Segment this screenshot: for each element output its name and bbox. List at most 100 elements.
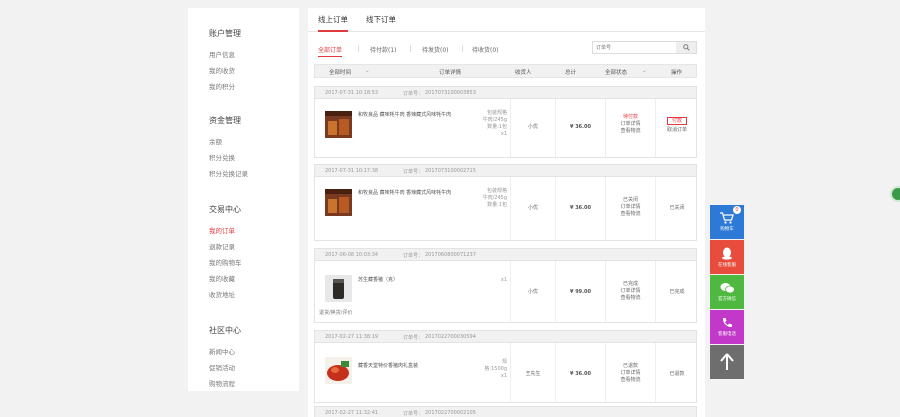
- table-row: 2017-07-31 10:18:53 订单号： 201707310000385…: [314, 86, 697, 158]
- order-detail-link[interactable]: 订单详情: [606, 121, 655, 128]
- th-action: 操作: [671, 70, 683, 76]
- order-no: 2017022700002105: [425, 410, 476, 416]
- order-total: ¥ 99.00: [569, 289, 592, 295]
- sidebar-item-exchange-records[interactable]: 积分兑换记录: [209, 166, 299, 182]
- wechat-button[interactable]: 官方微信: [710, 275, 744, 309]
- side-group-funds: 资金管理 余额 积分兑换 积分兑换记录: [209, 115, 299, 182]
- order-no: 2017060800071237: [425, 252, 476, 258]
- order-total: ¥ 36.00: [569, 205, 592, 211]
- product-image[interactable]: [325, 275, 352, 302]
- sidebar-item-shopping-guide[interactable]: 购物流程: [209, 376, 299, 392]
- order-tabs: 线上订单 线下订单: [308, 8, 705, 32]
- sidebar-item-favorites[interactable]: 我的收藏: [209, 271, 299, 287]
- sidebar-item-balance[interactable]: 余额: [209, 134, 299, 150]
- th-detail: 订单详情: [439, 70, 462, 76]
- review-links[interactable]: 退货/换货/评价: [319, 310, 419, 317]
- pay-button[interactable]: 付款: [666, 117, 687, 125]
- floating-widget-icon[interactable]: [890, 186, 900, 202]
- order-head: 2017-07-31 10:17:38 订单号： 201707310000271…: [315, 165, 696, 177]
- order-no: 2017022700030594: [425, 334, 476, 340]
- product-name[interactable]: 和牧良品 藏味牦牛肉 香辣藏式风味牦牛肉: [358, 112, 458, 119]
- filter-pending-receipt[interactable]: 待收货(0): [472, 45, 499, 54]
- order-actions: 已关闭: [656, 205, 698, 212]
- order-status: 待付款 订单详情 查看物流: [606, 114, 655, 135]
- order-total: ¥ 36.00: [569, 124, 592, 130]
- cart-button[interactable]: 购物车 0: [710, 205, 744, 239]
- cart-label: 购物车: [720, 227, 734, 232]
- product-image[interactable]: [325, 111, 352, 138]
- sidebar-item-user-info[interactable]: 用户信息: [209, 47, 299, 63]
- side-group-community: 社区中心 新闻中心 促销活动 购物流程: [209, 325, 299, 392]
- phone-button[interactable]: 客服电话: [710, 310, 744, 344]
- sidebar-item-promotions[interactable]: 促销活动: [209, 360, 299, 376]
- sidebar-item-cart[interactable]: 我的购物车: [209, 255, 299, 271]
- sidebar-item-news[interactable]: 新闻中心: [209, 344, 299, 360]
- sidebar-item-orders[interactable]: 我的订单: [209, 223, 299, 239]
- filter-pending-payment[interactable]: 待付款(1): [370, 45, 397, 54]
- product-image[interactable]: [325, 357, 352, 384]
- online-service-label: 在线客服: [718, 262, 736, 268]
- sidebar-item-shipping[interactable]: 我的收货: [209, 63, 299, 79]
- order-no: 2017073100003853: [425, 90, 476, 96]
- th-time[interactable]: 全部时间: [329, 68, 351, 76]
- order-detail-link[interactable]: 订单详情: [606, 370, 655, 377]
- order-detail-link[interactable]: 订单详情: [606, 204, 655, 211]
- product-image[interactable]: [325, 189, 352, 216]
- product-name[interactable]: 苏生藏香猪（克）: [358, 277, 458, 284]
- order-head: 2017-02-27 11:38:19 订单号： 201702270003059…: [315, 331, 696, 343]
- order-date: 2017-07-31 10:18:53: [325, 90, 379, 96]
- order-date: 2017-02-27 11:32:41: [325, 410, 379, 416]
- product-spec: 规 格:1500g x1: [484, 359, 507, 379]
- back-to-top-button[interactable]: [710, 345, 744, 379]
- view-logistics-link[interactable]: 查看物流: [606, 377, 655, 384]
- order-search-input[interactable]: [593, 42, 677, 53]
- arrow-up-icon: [720, 353, 734, 370]
- th-total: 总计: [565, 70, 577, 76]
- view-logistics-link[interactable]: 查看物流: [606, 295, 655, 302]
- filter-divider: [410, 45, 411, 52]
- status-badge: 待付款: [622, 114, 638, 120]
- receiver: 小优: [527, 124, 538, 130]
- orders-panel: 线上订单 线下订单 全部订单 待付款(1) 待发货(0) 待收货(0) 全部时间…: [308, 8, 705, 417]
- tab-offline-orders[interactable]: 线下订单: [366, 8, 396, 31]
- phone-label: 客服电话: [718, 332, 736, 337]
- order-body: 藏香天堂特价香猪肉礼盒装 规 格:1500g x1 王先生 ¥ 36.00 已退…: [315, 343, 696, 402]
- product-name[interactable]: 藏香天堂特价香猪肉礼盒装: [358, 363, 458, 370]
- filter-all[interactable]: 全部订单: [318, 45, 343, 57]
- view-logistics-link[interactable]: 查看物流: [606, 128, 655, 135]
- search-icon: [682, 44, 690, 51]
- order-head: 2017-06-08 10:03:34 订单号： 201706080007123…: [315, 249, 696, 261]
- order-state-text: 已关闭: [669, 205, 685, 211]
- product-spec: 包装规格 牛肉/245g 数量:1包: [482, 188, 507, 208]
- product-spec: x1: [500, 277, 507, 283]
- sidebar-item-points-exchange[interactable]: 积分兑换: [209, 150, 299, 166]
- chevron-down-icon[interactable]: ⌄: [365, 68, 370, 74]
- sidebar-item-refunds[interactable]: 退款记录: [209, 239, 299, 255]
- wechat-icon: [720, 283, 735, 294]
- view-logistics-link[interactable]: 查看物流: [606, 211, 655, 218]
- chevron-down-icon[interactable]: ⌄: [642, 68, 647, 74]
- order-no-label: 订单号：: [403, 411, 424, 417]
- filter-pending-shipment[interactable]: 待发货(0): [422, 45, 449, 54]
- side-title: 交易中心: [209, 205, 241, 214]
- table-header: 全部时间 ⌄ 订单详情 收货人 总计 全部状态 ⌄ 操作: [314, 64, 697, 78]
- side-group-account: 账户管理 用户信息 我的收货 我的积分: [209, 28, 299, 95]
- order-detail-link[interactable]: 订单详情: [606, 288, 655, 295]
- th-status[interactable]: 全部状态: [605, 68, 627, 76]
- table-row: 2017-02-27 11:32:41 订单号： 201702270000210…: [314, 406, 697, 417]
- sidebar-item-address[interactable]: 收货地址: [209, 287, 299, 303]
- online-service-button[interactable]: 在线客服: [710, 240, 744, 274]
- cancel-order-link[interactable]: 取消订单: [656, 127, 698, 134]
- tab-online-orders[interactable]: 线上订单: [318, 8, 348, 32]
- phone-icon: [722, 318, 732, 328]
- sidebar-item-points[interactable]: 我的积分: [209, 79, 299, 95]
- order-status: 已完成 订单详情 查看物流: [606, 281, 655, 302]
- order-no-label: 订单号：: [403, 253, 424, 259]
- order-no: 2017073100002715: [425, 168, 476, 174]
- cart-count-badge: 0: [733, 206, 741, 214]
- table-row: 2017-07-31 10:17:38 订单号： 201707310000271…: [314, 164, 697, 241]
- search-button[interactable]: [676, 42, 696, 53]
- order-status: 已退款 订单详情 查看物流: [606, 363, 655, 384]
- order-date: 2017-06-08 10:03:34: [325, 252, 379, 258]
- product-name[interactable]: 和牧良品 藏味牦牛肉 香辣藏式风味牦牛肉: [358, 190, 458, 197]
